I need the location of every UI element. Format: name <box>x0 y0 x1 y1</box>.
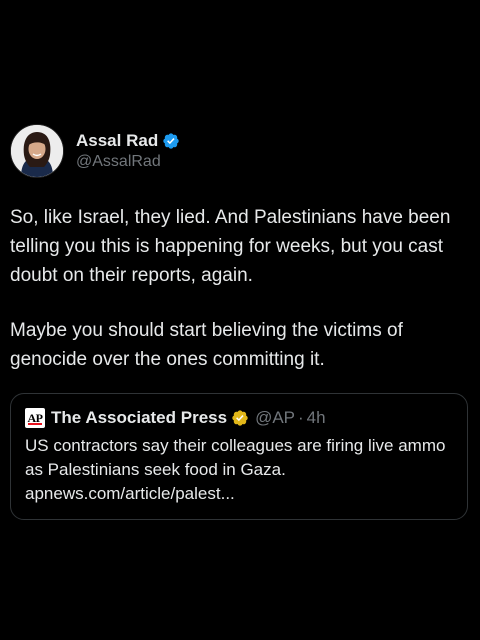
ap-logo-icon: AP <box>25 408 45 428</box>
gold-verified-badge-icon <box>232 410 248 426</box>
quoted-handle[interactable]: @AP <box>255 408 295 428</box>
tweet-paragraph-2: Maybe you should start believing the vic… <box>10 320 403 370</box>
separator-dot: · <box>298 408 304 427</box>
quoted-display-name[interactable]: The Associated Press <box>51 408 227 428</box>
quoted-tweet-text: US contractors say their colleagues are … <box>25 434 453 506</box>
name-row: Assal Rad <box>76 131 180 151</box>
profile-photo-icon <box>11 125 63 177</box>
avatar[interactable] <box>10 124 64 178</box>
quoted-link[interactable]: apnews.com/article/palest... <box>25 482 453 506</box>
quoted-tweet-card[interactable]: AP The Associated Press @AP · 4h US cont… <box>10 393 468 520</box>
quoted-body: US contractors say their colleagues are … <box>25 436 446 479</box>
tweet-body: So, like Israel, they lied. And Palestin… <box>10 203 465 374</box>
tweet-author: Assal Rad @AssalRad <box>10 124 180 178</box>
tweet-paragraph-1: So, like Israel, they lied. And Palestin… <box>10 207 451 286</box>
author-display-name[interactable]: Assal Rad <box>76 131 158 151</box>
author-handle[interactable]: @AssalRad <box>76 153 180 171</box>
ap-logo-bar <box>28 423 42 425</box>
blue-verified-badge-icon <box>163 133 179 149</box>
quoted-timestamp[interactable]: 4h <box>307 408 326 428</box>
quoted-tweet-header: AP The Associated Press @AP · 4h <box>25 408 453 428</box>
author-names: Assal Rad @AssalRad <box>76 131 180 171</box>
